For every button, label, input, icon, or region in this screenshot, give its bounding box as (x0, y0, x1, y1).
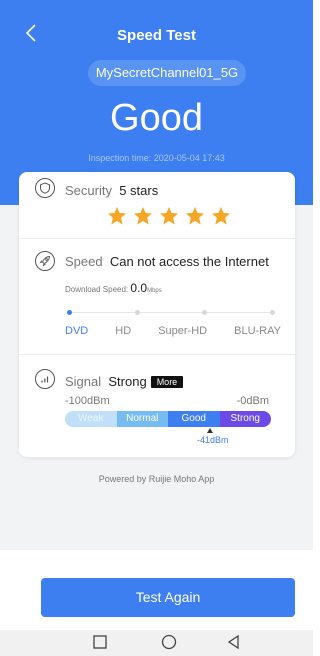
download-speed-value: 0.0 (130, 281, 148, 295)
speed-label: Speed (65, 254, 103, 269)
star-icon (133, 206, 153, 226)
system-nav-bar (0, 630, 313, 656)
speed-row: Speed Can not access the Internet (65, 254, 269, 269)
signal-row: Signal Strong More (65, 374, 184, 389)
square-recents-icon[interactable] (91, 633, 109, 651)
tier-dot-blu-ray (270, 310, 275, 315)
signal-strength-bar: Weak Normal Good Strong (65, 411, 271, 427)
speed-tiers: DVD HD Super-HD BLU-RAY (65, 325, 281, 337)
tier-hd: HD (115, 325, 132, 337)
test-again-button[interactable]: Test Again (41, 578, 295, 617)
track-line (67, 312, 275, 313)
signal-bars-icon (35, 369, 55, 389)
download-speed-label: Download Speed: (65, 285, 129, 294)
page-title: Speed Test (117, 27, 196, 44)
tier-dvd: DVD (65, 325, 89, 337)
download-speed-unit: Mbps (147, 288, 162, 294)
tier-super-hd: Super-HD (158, 325, 208, 337)
tier-dot-super-hd (202, 310, 207, 315)
security-row: Security 5 stars (65, 183, 158, 198)
star-icon (159, 206, 179, 226)
speed-value: Can not access the Internet (109, 254, 269, 269)
star-icon (211, 206, 231, 226)
segment-good: Good (168, 411, 220, 427)
inspection-time: Inspection time: 2020-05-04 17:43 (0, 153, 313, 163)
security-section: Security 5 stars (19, 172, 295, 238)
signal-current-value: -41dBm (197, 435, 229, 445)
triangle-back-icon[interactable] (225, 633, 243, 651)
more-button[interactable]: More (150, 376, 184, 388)
result-rating: Good (110, 97, 203, 139)
signal-label: Signal (65, 374, 102, 389)
speed-section: Speed Can not access the Internet Downlo… (19, 238, 295, 354)
signal-marker-icon (207, 428, 213, 433)
shield-icon (35, 178, 55, 198)
rocket-icon (35, 251, 55, 271)
tier-dot-dvd (67, 310, 72, 315)
signal-section: Signal Strong More -100dBm -0dBm Weak Nor… (19, 354, 295, 457)
powered-by: Powered by Ruijie Moho App (98, 474, 215, 484)
segment-normal: Normal (116, 411, 168, 427)
tier-dot-hd (135, 310, 140, 315)
download-speed: Download Speed: 0.0Mbps (65, 281, 162, 295)
ssid-badge: MySecretChannel01_5G (88, 60, 246, 86)
security-value: 5 stars (119, 183, 159, 198)
speed-tier-track (67, 309, 275, 317)
signal-value: Strong (108, 374, 147, 389)
signal-min-label: -100dBm (65, 395, 110, 407)
segment-strong: Strong (219, 411, 271, 427)
star-icon (107, 206, 127, 226)
star-icon (185, 206, 205, 226)
tier-blu-ray: BLU-RAY (234, 325, 281, 337)
result-card: Security 5 stars Speed Can not access th… (19, 172, 295, 457)
circle-home-icon[interactable] (160, 633, 178, 651)
security-label: Security (65, 183, 112, 198)
inspection-value: 2020-05-04 17:43 (153, 153, 225, 163)
security-stars (107, 206, 231, 226)
inspection-label: Inspection time: (88, 153, 152, 163)
segment-weak: Weak (65, 411, 117, 427)
signal-max-label: -0dBm (236, 395, 269, 407)
